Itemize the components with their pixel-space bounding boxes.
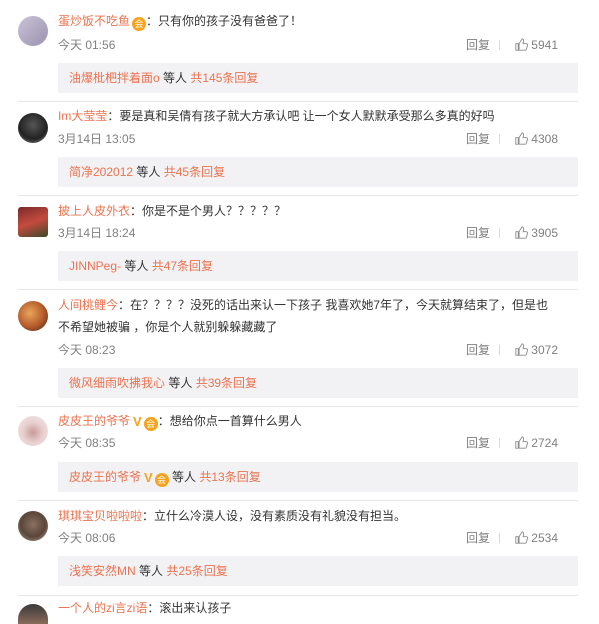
avatar[interactable] xyxy=(18,604,48,624)
username[interactable]: 蛋炒饭不吃鱼 xyxy=(58,14,130,28)
v-badge-icon: V xyxy=(133,414,142,429)
reply-button[interactable]: 回复 xyxy=(466,37,490,53)
sub-reply-count[interactable]: 共25条回复 xyxy=(166,564,227,578)
thumbs-up-icon xyxy=(515,531,529,544)
avatar[interactable] xyxy=(18,301,48,331)
divider xyxy=(499,438,500,448)
like-button[interactable]: 5941 xyxy=(515,37,558,53)
divider xyxy=(18,101,578,102)
sub-reply-count[interactable]: 共47条回复 xyxy=(152,259,213,273)
timestamp: 3月14日 18:24 xyxy=(58,226,136,240)
reply-button[interactable]: 回复 xyxy=(466,225,490,241)
divider xyxy=(499,228,500,238)
like-count: 3905 xyxy=(531,226,558,240)
sub-reply-user[interactable]: 皮皮王的爷爷 xyxy=(69,470,141,484)
username[interactable]: Im大莹莹 xyxy=(58,109,107,123)
member-badge-icon: 会 xyxy=(143,417,158,431)
sub-reply-count[interactable]: 共13条回复 xyxy=(199,470,260,484)
sub-replies-box[interactable]: 微风细雨吹拂我心 等人 共39条回复 xyxy=(58,368,578,398)
sub-replies-box[interactable]: 油爆枇杷拌着面o 等人 共145条回复 xyxy=(58,63,578,93)
avatar[interactable] xyxy=(18,416,48,446)
divider xyxy=(499,345,500,355)
sub-replies-box[interactable]: 皮皮王的爷爷 V 会 等人 共13条回复 xyxy=(58,462,578,492)
like-count: 4308 xyxy=(531,132,558,146)
timestamp: 今天 08:35 xyxy=(58,436,116,450)
sub-replies-box[interactable]: 简净202012 等人 共45条回复 xyxy=(58,157,578,187)
divider xyxy=(18,406,578,407)
sub-reply-count[interactable]: 共45条回复 xyxy=(164,165,225,179)
sub-replies-box[interactable]: 浅笑安然MN 等人 共25条回复 xyxy=(58,556,578,586)
divider xyxy=(499,134,500,144)
avatar[interactable] xyxy=(18,16,48,46)
thumbs-up-icon xyxy=(515,132,529,145)
sub-reply-user[interactable]: JINNPeg- xyxy=(69,259,121,273)
sub-reply-mid: 等人 xyxy=(135,564,167,578)
sub-reply-mid: 等人 xyxy=(121,259,152,273)
comment-text: ：在？？？？没死的话出来认一下孩子 我喜欢她7年了，今天就算结束了，但是也 xyxy=(118,298,549,312)
member-badge-icon: 会 xyxy=(132,17,147,31)
username[interactable]: 琪琪宝贝啦啦啦 xyxy=(58,509,142,523)
thumbs-up-icon xyxy=(515,38,529,51)
sub-reply-user[interactable]: 微风细雨吹拂我心 xyxy=(69,376,165,390)
divider xyxy=(18,595,578,596)
timestamp: 今天 01:56 xyxy=(58,38,116,52)
comment-text: ：要是真和吴倩有孩子就大方承认吧 让一个女人默默承受那么多真的好吗 xyxy=(107,109,495,123)
like-count: 2534 xyxy=(531,531,558,545)
thumbs-up-icon xyxy=(515,343,529,356)
reply-button[interactable]: 回复 xyxy=(466,131,490,147)
divider xyxy=(499,533,500,543)
sub-replies-box[interactable]: JINNPeg- 等人 共47条回复 xyxy=(58,251,578,281)
sub-reply-user[interactable]: 简净202012 xyxy=(69,165,133,179)
sub-reply-user[interactable]: 浅笑安然MN xyxy=(69,564,136,578)
divider xyxy=(18,195,578,196)
username[interactable]: 一个人的zi言zi语 xyxy=(58,601,147,615)
avatar[interactable] xyxy=(18,207,48,237)
comment-text: ：你是不是个男人？？？？？ xyxy=(130,204,287,218)
like-button[interactable]: 4308 xyxy=(515,131,558,147)
username[interactable]: 皮皮王的爷爷 xyxy=(58,414,130,428)
like-count: 5941 xyxy=(531,38,558,52)
divider xyxy=(499,40,500,50)
username[interactable]: 人间桃鲤今 xyxy=(58,298,118,312)
comment-text: ：滚出来认孩子 xyxy=(147,601,232,615)
comment-text: ：想给你点一首算什么男人 xyxy=(157,414,302,428)
member-badge-icon: 会 xyxy=(154,473,169,487)
sub-reply-mid: 等人 xyxy=(168,470,200,484)
comment-text-continued: 不希望她被骗 ，你是个人就别躲躲藏藏了 xyxy=(58,320,278,334)
avatar[interactable] xyxy=(18,113,48,143)
timestamp: 3月14日 13:05 xyxy=(58,132,136,146)
avatar[interactable] xyxy=(18,511,48,541)
like-count: 2724 xyxy=(531,436,558,450)
like-button[interactable]: 2534 xyxy=(515,530,558,546)
divider xyxy=(18,289,578,290)
comment-text: ：立什么冷漠人设，没有素质没有礼貌没有担当。 xyxy=(142,509,407,523)
like-button[interactable]: 3072 xyxy=(515,342,558,358)
reply-button[interactable]: 回复 xyxy=(466,342,490,358)
sub-reply-user[interactable]: 油爆枇杷拌着面o xyxy=(69,71,160,85)
comment-text: ：只有你的孩子没有爸爸了！ xyxy=(146,14,303,28)
sub-reply-mid: 等人 xyxy=(159,71,191,85)
sub-reply-mid: 等人 xyxy=(165,376,196,390)
sub-reply-count[interactable]: 共145条回复 xyxy=(190,71,258,85)
divider xyxy=(18,500,578,501)
v-badge-icon: V xyxy=(144,470,153,485)
reply-button[interactable]: 回复 xyxy=(466,435,490,451)
like-button[interactable]: 2724 xyxy=(515,435,558,451)
reply-button[interactable]: 回复 xyxy=(466,530,490,546)
thumbs-up-icon xyxy=(515,436,529,449)
timestamp: 今天 08:23 xyxy=(58,343,116,357)
sub-reply-count[interactable]: 共39条回复 xyxy=(196,376,257,390)
sub-reply-mid: 等人 xyxy=(133,165,164,179)
thumbs-up-icon xyxy=(515,226,529,239)
like-count: 3072 xyxy=(531,343,558,357)
timestamp: 今天 08:06 xyxy=(58,531,116,545)
username[interactable]: 披上人皮外衣 xyxy=(58,204,130,218)
like-button[interactable]: 3905 xyxy=(515,225,558,241)
